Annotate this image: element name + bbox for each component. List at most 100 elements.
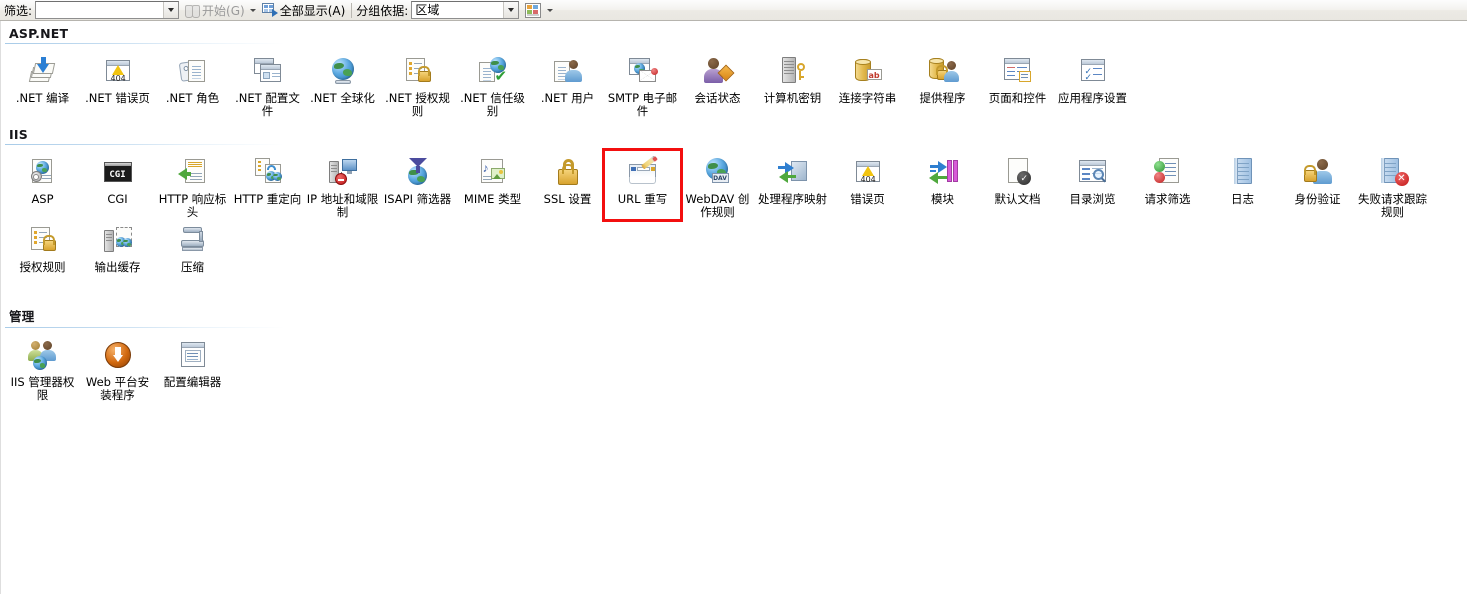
feature-label: 请求筛选 <box>1144 192 1191 206</box>
start-button[interactable]: 开始(G) <box>183 1 247 20</box>
feature-cgi[interactable]: CGI CGI <box>80 151 155 219</box>
feature-net-globalization[interactable]: .NET 全球化 <box>305 50 380 118</box>
url-rewrite-icon <box>626 155 660 189</box>
feature-label: 页面和控件 <box>988 91 1047 105</box>
feature-compression[interactable]: 压缩 <box>155 219 230 285</box>
start-button-label: 开始(G) <box>202 3 245 18</box>
net-error-pages-icon: 404 <box>101 54 135 88</box>
http-response-headers-icon <box>176 155 210 189</box>
feature-net-compilation[interactable]: .NET 编译 <box>5 50 80 118</box>
feature-modules[interactable]: 模块 <box>905 151 980 219</box>
feature-label: 日志 <box>1231 192 1254 206</box>
session-state-icon <box>701 54 735 88</box>
feature-label: 会话状态 <box>694 91 741 105</box>
feature-label: .NET 角色 <box>165 91 220 105</box>
feature-authentication[interactable]: 身份验证 <box>1280 151 1355 219</box>
start-dropdown-arrow[interactable] <box>247 1 260 20</box>
show-all-button[interactable]: 全部显示(A) <box>260 1 348 20</box>
feature-net-profile[interactable]: .NET 配置文件 <box>230 50 305 118</box>
feature-label: 配置编辑器 <box>163 375 222 389</box>
view-mode-button[interactable] <box>523 1 543 20</box>
net-trust-levels-icon: ✔ <box>476 54 510 88</box>
feature-ip-address-domain-restrictions[interactable]: IP 地址和域限制 <box>305 151 380 219</box>
feature-failed-request-tracing-rules[interactable]: ✕ 失败请求跟踪规则 <box>1355 151 1430 219</box>
feature-smtp-email[interactable]: SMTP 电子邮件 <box>605 50 680 118</box>
feature-mime-types[interactable]: ♪ MIME 类型 <box>455 151 530 219</box>
binoculars-icon <box>185 4 201 18</box>
feature-configuration-editor[interactable]: 配置编辑器 <box>155 334 230 402</box>
feature-net-error-pages[interactable]: 404 .NET 错误页 <box>80 50 155 118</box>
feature-pages-and-controls[interactable]: 页面和控件 <box>980 50 1055 118</box>
feature-default-document[interactable]: ✓ 默认文档 <box>980 151 1055 219</box>
iis-manager-permissions-icon <box>26 338 60 372</box>
feature-label: SMTP 电子邮件 <box>607 91 678 118</box>
feature-logging[interactable]: 日志 <box>1205 151 1280 219</box>
feature-label: .NET 错误页 <box>85 91 150 105</box>
feature-directory-browsing[interactable]: 目录浏览 <box>1055 151 1130 219</box>
default-document-icon: ✓ <box>1001 155 1035 189</box>
feature-label: ISAPI 筛选器 <box>383 192 452 206</box>
net-globalization-icon <box>326 54 360 88</box>
web-platform-installer-icon <box>101 338 135 372</box>
net-profile-icon <box>251 54 285 88</box>
feature-label: .NET 用户 <box>540 91 595 105</box>
feature-http-redirect[interactable]: HTTP 重定向 <box>230 151 305 219</box>
net-compilation-icon <box>26 54 60 88</box>
feature-label: 连接字符串 <box>838 91 897 105</box>
asp-icon <box>26 155 60 189</box>
net-users-icon <box>551 54 585 88</box>
net-authorization-rules-icon <box>401 54 435 88</box>
feature-net-users[interactable]: .NET 用户 <box>530 50 605 118</box>
feature-error-pages[interactable]: 404 错误页 <box>830 151 905 219</box>
feature-asp[interactable]: ASP <box>5 151 80 219</box>
feature-net-trust-levels[interactable]: ✔ .NET 信任级别 <box>455 50 530 118</box>
feature-request-filtering[interactable]: 请求筛选 <box>1130 151 1205 219</box>
feature-label: 输出缓存 <box>94 260 141 274</box>
error-pages-icon: 404 <box>851 155 885 189</box>
group-by-select[interactable]: 区域 <box>411 1 520 19</box>
feature-label: .NET 信任级别 <box>460 91 525 118</box>
feature-connection-strings[interactable]: ab 连接字符串 <box>830 50 905 118</box>
group-by-dropdown-arrow[interactable] <box>503 2 519 18</box>
providers-icon <box>926 54 960 88</box>
filter-label: 筛选: <box>4 3 33 18</box>
feature-net-authorization-rules[interactable]: .NET 授权规则 <box>380 50 455 118</box>
directory-browsing-icon <box>1076 155 1110 189</box>
feature-url-rewrite[interactable]: URL 重写 <box>602 148 683 222</box>
ssl-settings-icon <box>551 155 585 189</box>
feature-providers[interactable]: 提供程序 <box>905 50 980 118</box>
feature-http-response-headers[interactable]: HTTP 响应标头 <box>155 151 230 219</box>
feature-web-platform-installer[interactable]: Web 平台安装程序 <box>80 334 155 402</box>
feature-label: 处理程序映射 <box>758 192 827 206</box>
filter-dropdown-arrow[interactable] <box>163 2 179 18</box>
pages-and-controls-icon <box>1001 54 1035 88</box>
filter-input[interactable] <box>35 1 180 19</box>
machine-key-icon <box>776 54 810 88</box>
view-mode-dropdown-arrow[interactable] <box>543 1 556 20</box>
feature-net-roles[interactable]: .NET 角色 <box>155 50 230 118</box>
feature-label: WebDAV 创作规则 <box>685 192 750 219</box>
feature-label: 应用程序设置 <box>1058 91 1127 105</box>
feature-ssl-settings[interactable]: SSL 设置 <box>530 151 605 219</box>
feature-application-settings[interactable]: ✓ ✓ 应用程序设置 <box>1055 50 1130 118</box>
feature-label: .NET 编译 <box>15 91 70 105</box>
show-all-button-label: 全部显示(A) <box>279 3 346 18</box>
feature-output-caching[interactable]: 输出缓存 <box>80 219 155 285</box>
feature-label: .NET 全球化 <box>310 91 375 105</box>
feature-authorization-rules[interactable]: 授权规则 <box>5 219 80 285</box>
feature-handler-mappings[interactable]: 处理程序映射 <box>755 151 830 219</box>
feature-webdav-authoring-rules[interactable]: DAV WebDAV 创作规则 <box>680 151 755 219</box>
feature-iis-manager-permissions[interactable]: IIS 管理器权限 <box>5 334 80 402</box>
feature-isapi-filters[interactable]: ISAPI 筛选器 <box>380 151 455 219</box>
feature-label: 计算机密钥 <box>763 91 822 105</box>
feature-label: 默认文档 <box>994 192 1041 206</box>
feature-grid-iis: ASP CGI CGI HTTP 响应标头 HTTP 重定向 IP 地址和域限制… <box>1 145 1467 285</box>
feature-label: SSL 设置 <box>543 192 592 206</box>
feature-machine-key[interactable]: 计算机密钥 <box>755 50 830 118</box>
feature-session-state[interactable]: 会话状态 <box>680 50 755 118</box>
ip-address-domain-restrictions-icon <box>326 155 360 189</box>
section-title-iis: IIS <box>9 127 28 142</box>
feature-label: 错误页 <box>850 192 885 206</box>
output-caching-icon <box>101 223 135 257</box>
feature-label: 提供程序 <box>919 91 966 105</box>
